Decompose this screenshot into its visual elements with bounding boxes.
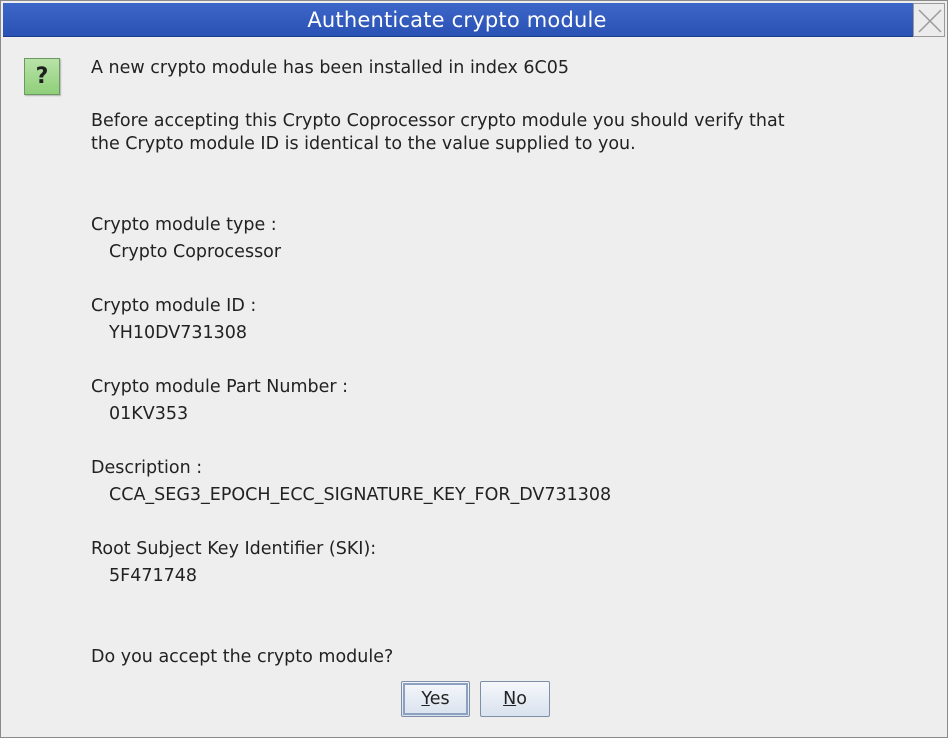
- yes-button[interactable]: Yes: [401, 681, 470, 717]
- description-label: Description :: [91, 458, 203, 478]
- ski-value: 5F471748: [109, 566, 198, 586]
- ski-label: Root Subject Key Identifier (SKI):: [91, 539, 377, 559]
- module-id-value: YH10DV731308: [109, 323, 248, 343]
- authenticate-dialog: Authenticate crypto module ? A new crypt…: [0, 0, 948, 738]
- instruction-line-1: Before accepting this Crypto Coprocessor…: [91, 111, 785, 131]
- instruction-line-2: the Crypto module ID is identical to the…: [91, 134, 636, 154]
- close-icon: [918, 9, 942, 33]
- window-title: Authenticate crypto module: [307, 8, 607, 32]
- close-button[interactable]: [913, 3, 945, 37]
- no-mnemonic: N: [503, 689, 517, 709]
- part-number-value: 01KV353: [109, 404, 189, 424]
- module-type-value: Crypto Coprocessor: [109, 242, 282, 262]
- no-button[interactable]: No: [480, 681, 550, 717]
- accept-question: Do you accept the crypto module?: [91, 647, 394, 667]
- module-id-label: Crypto module ID :: [91, 296, 257, 316]
- part-number-label: Crypto module Part Number :: [91, 377, 349, 397]
- yes-mnemonic: Y: [421, 689, 430, 709]
- no-label-rest: o: [516, 689, 527, 709]
- question-icon: ?: [24, 58, 60, 95]
- yes-label-rest: es: [429, 689, 450, 709]
- description-value: CCA_SEG3_EPOCH_ECC_SIGNATURE_KEY_FOR_DV7…: [109, 485, 612, 505]
- module-type-label: Crypto module type :: [91, 215, 277, 235]
- title-bar[interactable]: Authenticate crypto module: [3, 3, 945, 37]
- intro-message: A new crypto module has been installed i…: [91, 58, 570, 78]
